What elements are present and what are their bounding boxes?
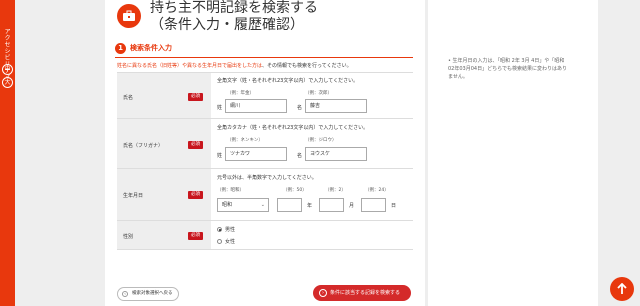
birthdate-side-note: • 生年月日の入力は、「昭和 2年 3月 4日」や「昭和02年03月04日」どち… [448, 57, 568, 81]
required-badge: 必須 [188, 232, 203, 240]
page-subtitle: （条件入力・履歴確認） [150, 17, 304, 33]
instruction-note-text: 、その情報でも検索を行ってください。 [262, 63, 352, 69]
last-kana-prefix: 姓 [217, 153, 223, 159]
name-row: 氏名 必須 全角文字（姓・名それぞれ23文字以内）で入力してください。 （例：年… [117, 72, 413, 118]
briefcase-icon [117, 4, 141, 28]
last-name-input[interactable]: 綱川 [225, 99, 287, 113]
first-kana-example: （例：ジロウ） [305, 138, 337, 143]
side-note-text: 生年月日の入力は、「昭和 2年 3月 4日」や「昭和02年03月04日」どちらで… [448, 58, 567, 80]
year-example: （例：50） [283, 188, 307, 193]
era-example: （例：昭和） [217, 188, 244, 193]
section-heading: 1 検索条件入力 [115, 41, 172, 55]
arrow-up-icon [617, 283, 627, 294]
era-select[interactable]: 昭和 ⌄ [217, 198, 269, 212]
gender-label: 性別 [123, 234, 134, 240]
name-field-cell: 全角文字（姓・名それぞれ23文字以内）で入力してください。 （例：年金） （例：… [211, 73, 413, 118]
radio-unchecked-icon [217, 239, 222, 244]
instruction-note-emphasis: 姓名に異なる氏名（旧姓等）や異なる生年月日で届出をした方は [117, 63, 263, 69]
gender-label-cell: 性別 必須 [117, 221, 211, 249]
era-select-value: 昭和 [222, 202, 233, 208]
birth-month-input[interactable] [319, 198, 344, 212]
font-size-medium-button[interactable]: 中 [2, 64, 13, 75]
birthdate-field-cell: 元号以外は、半角数字で入力してください。 （例：昭和） （例：50） （例：2）… [211, 169, 413, 220]
chevron-down-icon: ⌄ [260, 202, 265, 208]
gender-male-label: 男性 [225, 227, 236, 233]
name-label: 氏名 [123, 95, 134, 101]
month-unit: 月 [349, 203, 355, 209]
first-name-input[interactable]: 藤吉 [305, 99, 367, 113]
search-form: 氏名 必須 全角文字（姓・名それぞれ23文字以内）で入力してください。 （例：年… [117, 72, 413, 250]
section-divider [115, 57, 413, 58]
birth-year-input[interactable] [277, 198, 302, 212]
day-example: （例：24） [365, 188, 389, 193]
font-size-large-button[interactable]: 大 [2, 77, 13, 88]
back-to-target-selection-button[interactable]: ‹ 検索対象選択へ戻る [117, 287, 179, 301]
search-button-label: 条件に該当する記録を検索する [330, 290, 401, 296]
kana-hint: 全角カタカナ（姓・名それぞれ23文字以内）で入力してください。 [217, 125, 369, 131]
birth-day-input[interactable] [361, 198, 386, 212]
first-name-example: （例：次郎） [305, 91, 332, 96]
required-badge: 必須 [188, 93, 203, 101]
main-content: 持ち主不明記録を検索する （条件入力・履歴確認） 1 検索条件入力 姓名に異なる… [105, 0, 425, 306]
birthdate-label-cell: 生年月日 必須 [117, 169, 211, 220]
birthdate-row: 生年月日 必須 元号以外は、半角数字で入力してください。 （例：昭和） （例：5… [117, 168, 413, 220]
back-to-top-button[interactable] [610, 277, 634, 301]
gender-female-radio[interactable]: 女性 [217, 238, 235, 245]
search-records-button[interactable]: › 条件に該当する記録を検索する [313, 285, 411, 301]
first-kana-prefix: 名 [297, 153, 303, 159]
radio-checked-icon [217, 227, 222, 232]
kana-row: 氏名（フリガナ） 必須 全角カタカナ（姓・名それぞれ23文字以内）で入力してくだ… [117, 118, 413, 168]
instruction-note: 姓名に異なる氏名（旧姓等）や異なる生年月日で届出をした方は、その情報でも検索を行… [117, 62, 352, 69]
birthdate-hint: 元号以外は、半角数字で入力してください。 [217, 175, 317, 181]
kana-field-cell: 全角カタカナ（姓・名それぞれ23文字以内）で入力してください。 （例：ネンキン）… [211, 119, 413, 168]
kana-label-cell: 氏名（フリガナ） 必須 [117, 119, 211, 168]
last-kana-input[interactable]: ツナカワ [225, 147, 287, 161]
back-button-label: 検索対象選択へ戻る [132, 291, 173, 296]
last-name-example: （例：年金） [227, 91, 254, 96]
chevron-left-icon: ‹ [122, 291, 128, 297]
gender-male-radio[interactable]: 男性 [217, 226, 235, 233]
kana-label: 氏名（フリガナ） [123, 143, 164, 149]
month-example: （例：2） [325, 188, 346, 193]
gender-field-cell: 男性 女性 [211, 221, 413, 249]
gender-row: 性別 必須 男性 女性 [117, 220, 413, 250]
first-kana-input[interactable]: ヨウスケ [305, 147, 367, 161]
year-unit: 年 [307, 203, 313, 209]
name-hint: 全角文字（姓・名それぞれ23文字以内）で入力してください。 [217, 78, 359, 84]
day-unit: 日 [391, 203, 397, 209]
section-number: 1 [115, 42, 126, 54]
left-accessibility-bar: アクセシビリティ 中 大 [0, 0, 15, 306]
last-name-prefix: 姓 [217, 105, 223, 111]
gender-female-label: 女性 [225, 239, 236, 245]
chevron-right-icon: › [319, 289, 327, 297]
last-kana-example: （例：ネンキン） [227, 138, 263, 143]
birthdate-label: 生年月日 [123, 193, 144, 199]
required-badge: 必須 [188, 191, 203, 199]
required-badge: 必須 [188, 141, 203, 149]
first-name-prefix: 名 [297, 105, 303, 111]
section-title: 検索条件入力 [130, 44, 172, 52]
side-panel: • 生年月日の入力は、「昭和 2年 3月 4日」や「昭和02年03月04日」どち… [428, 0, 598, 306]
name-label-cell: 氏名 必須 [117, 73, 211, 118]
